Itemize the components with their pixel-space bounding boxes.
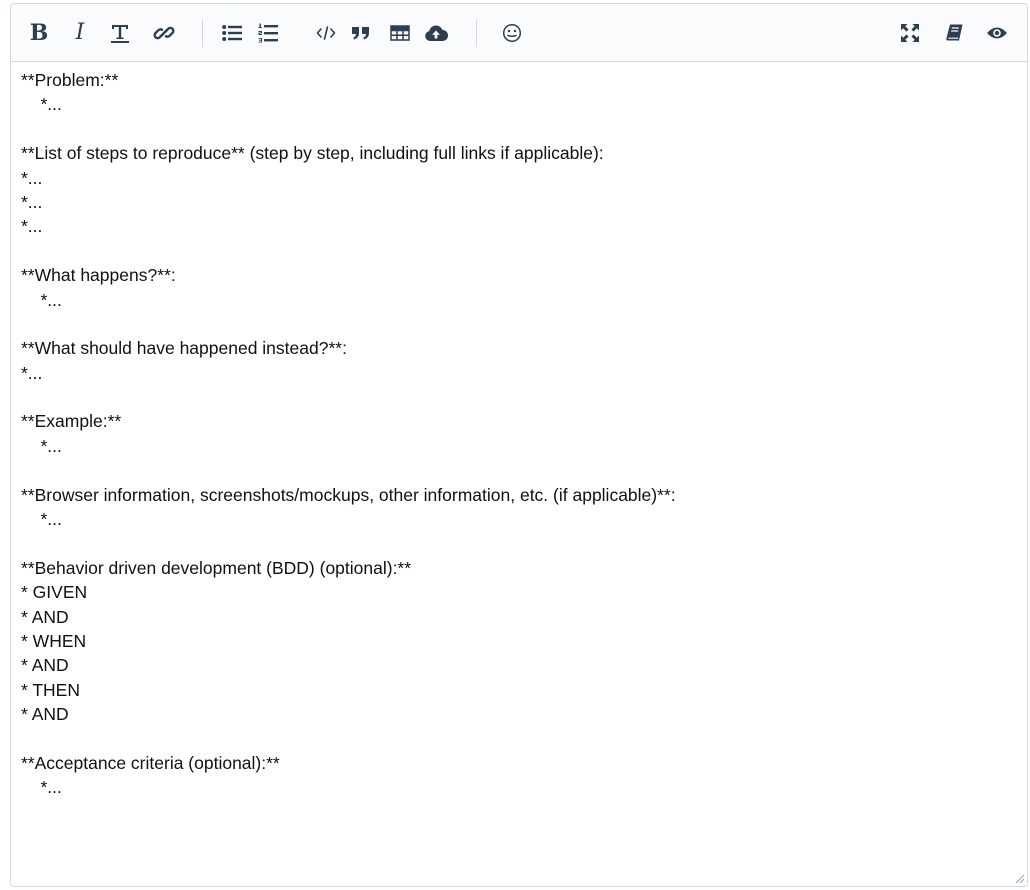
- text-line: * THEN: [21, 679, 80, 700]
- eye-icon: [987, 27, 1007, 39]
- table-icon: [390, 25, 410, 41]
- resize-handle[interactable]: [1013, 872, 1025, 884]
- ordered-list-icon: [258, 23, 278, 43]
- heading-icon: [111, 25, 129, 43]
- text-line: *...: [21, 509, 62, 530]
- text-line: *...: [21, 216, 43, 237]
- italic-icon: I: [75, 20, 85, 45]
- smiley-icon: [502, 23, 522, 43]
- quote-icon: [352, 27, 369, 40]
- text-line: * AND: [21, 704, 69, 725]
- toolbar-separator: [476, 19, 477, 47]
- text-line: *...: [21, 777, 62, 798]
- table-button[interactable]: [386, 18, 414, 48]
- text-line: [21, 531, 1027, 555]
- text-line: *...: [21, 435, 62, 456]
- markdown-editor: B I **Problem:** *... **List of steps to…: [10, 3, 1028, 887]
- text-line: * AND: [21, 606, 69, 627]
- text-line: **Browser information, screenshots/mocku…: [21, 484, 676, 505]
- fullscreen-icon: [901, 24, 919, 42]
- text-line: * AND: [21, 655, 69, 676]
- cloud-upload-icon: [425, 25, 448, 42]
- book-icon: [946, 24, 963, 41]
- unordered-list-button[interactable]: [219, 18, 245, 48]
- text-line: * WHEN: [21, 630, 87, 651]
- text-line: **Acceptance criteria (optional):**: [21, 752, 280, 773]
- text-line: **List of steps to reproduce** (step by …: [21, 143, 604, 164]
- text-line: **Example:**: [21, 411, 122, 432]
- text-line: *...: [21, 362, 43, 383]
- text-line: [21, 239, 1027, 263]
- editor-text-area[interactable]: **Problem:** *... **List of steps to rep…: [11, 62, 1027, 886]
- text-line: **What happens?**:: [21, 265, 176, 286]
- text-line: [21, 727, 1027, 751]
- ordered-list-button[interactable]: [255, 18, 281, 48]
- bold-icon: B: [29, 20, 49, 46]
- text-line: [21, 312, 1027, 336]
- text-line: *...: [21, 191, 43, 212]
- toolbar-separator: [202, 19, 203, 47]
- heading-button[interactable]: [105, 18, 135, 48]
- text-line: * GIVEN: [21, 582, 88, 603]
- quote-button[interactable]: [348, 18, 374, 48]
- link-button[interactable]: [149, 18, 179, 48]
- text-line: *...: [21, 167, 43, 188]
- upload-button[interactable]: [421, 18, 451, 48]
- text-line: *...: [21, 289, 62, 310]
- code-icon: [316, 26, 336, 40]
- text-line: **Problem:**: [21, 70, 119, 90]
- text-line: [21, 117, 1027, 141]
- text-line: [21, 458, 1027, 482]
- editor-toolbar: B I: [11, 4, 1027, 62]
- text-line: [21, 385, 1027, 409]
- link-icon: [153, 26, 175, 40]
- emoji-button[interactable]: [499, 18, 525, 48]
- italic-button[interactable]: I: [67, 18, 93, 48]
- code-button[interactable]: [313, 18, 339, 48]
- text-line: **What should have happened instead?**:: [21, 338, 347, 359]
- text-line: *...: [21, 94, 62, 115]
- fullscreen-button[interactable]: [896, 18, 924, 48]
- bold-button[interactable]: B: [25, 18, 53, 48]
- text-line: **Behavior driven development (BDD) (opt…: [21, 557, 412, 578]
- unordered-list-icon: [222, 25, 242, 41]
- preview-button[interactable]: [982, 18, 1012, 48]
- guide-button[interactable]: [940, 18, 968, 48]
